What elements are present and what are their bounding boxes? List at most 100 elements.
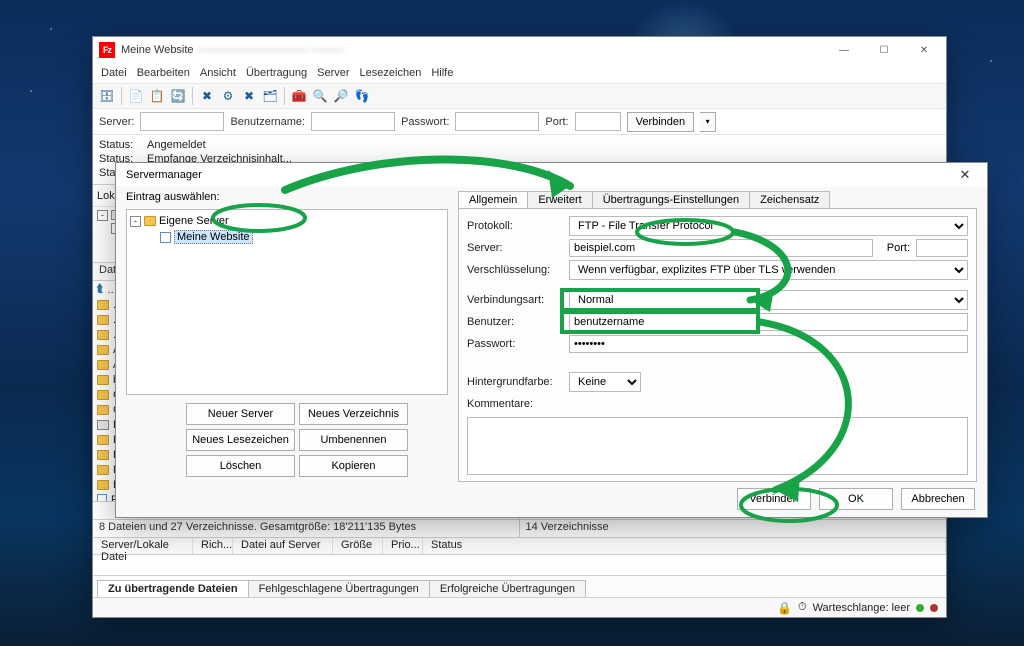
close-button[interactable]: ✕ — [904, 37, 944, 63]
tb-cancel-icon[interactable]: ✖ — [239, 86, 259, 106]
qc-port-label: Port: — [545, 116, 568, 128]
qc-pass-input[interactable] — [455, 112, 539, 131]
desktop-icon — [97, 420, 109, 430]
dialog-titlebar: Servermanager ✕ — [116, 163, 987, 187]
menu-server[interactable]: Server — [317, 67, 349, 79]
port-label: Port: — [887, 242, 910, 254]
site-tree[interactable]: - Eigene Server Meine Website — [126, 209, 448, 395]
bgcolor-select[interactable]: Keine — [569, 372, 641, 392]
rename-button[interactable]: Umbenennen — [299, 429, 408, 451]
new-bookmark-button[interactable]: Neues Lesezeichen — [186, 429, 295, 451]
menubar: Datei Bearbeiten Ansicht Übertragung Ser… — [93, 63, 946, 83]
statusbar: 🔒 ⏱ Warteschlange: leer — [93, 597, 946, 617]
site-folder[interactable]: Eigene Server — [159, 215, 229, 227]
tab-general[interactable]: Allgemein — [458, 191, 528, 208]
qc-server-label: Server: — [99, 116, 134, 128]
remote-status-strip: 14 Verzeichnisse — [520, 519, 947, 537]
up-icon[interactable]: ⮬ — [97, 283, 104, 296]
menu-hilfe[interactable]: Hilfe — [431, 67, 453, 79]
user-label: Benutzer: — [467, 316, 563, 328]
server-label: Server: — [467, 242, 563, 254]
qh-remote[interactable]: Datei auf Server — [233, 538, 333, 554]
menu-lesezeichen[interactable]: Lesezeichen — [360, 67, 422, 79]
list-item[interactable]: .. — [108, 284, 114, 296]
status-label: Status: — [99, 138, 137, 152]
encryption-select[interactable]: Wenn verfügbar, explizites FTP über TLS … — [569, 260, 968, 280]
tab-success[interactable]: Erfolgreiche Übertragungen — [429, 580, 586, 597]
qc-connect-dropdown[interactable]: ▾ — [700, 112, 716, 132]
window-title: Meine Website — [121, 44, 194, 56]
tb-disconnect-icon[interactable]: 🗂 — [260, 86, 280, 106]
folder-icon — [97, 300, 109, 310]
qc-port-input[interactable] — [575, 112, 621, 131]
tb-toggle-log-icon[interactable]: 📄 — [126, 86, 146, 106]
folder-icon — [97, 345, 109, 355]
menu-ansicht[interactable]: Ansicht — [200, 67, 236, 79]
folder-icon — [97, 360, 109, 370]
encryption-label: Verschlüsselung: — [467, 264, 563, 276]
port-input[interactable] — [916, 239, 968, 257]
tab-charset[interactable]: Zeichensatz — [749, 191, 830, 208]
tab-failed[interactable]: Fehlgeschlagene Übertragungen — [248, 580, 430, 597]
tb-filter-icon[interactable]: 🧰 — [289, 86, 309, 106]
tree-expander-icon[interactable]: - — [130, 216, 141, 227]
qc-connect-button[interactable]: Verbinden — [627, 112, 695, 132]
dialog-ok-button[interactable]: OK — [819, 488, 893, 510]
folder-icon — [97, 450, 109, 460]
dialog-connect-button[interactable]: Verbinden — [737, 488, 811, 510]
filezilla-logo-icon — [99, 42, 115, 58]
bgcolor-label: Hintergrundfarbe: — [467, 376, 563, 388]
protocol-select[interactable]: FTP - File Transfer Protocol — [569, 216, 968, 236]
qh-server[interactable]: Server/Lokale Datei — [93, 538, 193, 554]
tb-toggle-tree-icon[interactable]: 📋 — [147, 86, 167, 106]
file-icon — [97, 494, 107, 502]
qh-prio[interactable]: Prio... — [383, 538, 423, 554]
qh-status[interactable]: Status — [423, 538, 946, 554]
folder-icon — [97, 315, 109, 325]
new-server-button[interactable]: Neuer Server — [186, 403, 295, 425]
maximize-button[interactable]: ☐ — [864, 37, 904, 63]
new-folder-button[interactable]: Neues Verzeichnis — [299, 403, 408, 425]
tab-queued[interactable]: Zu übertragende Dateien — [97, 580, 249, 597]
tab-advanced[interactable]: Erweitert — [527, 191, 592, 208]
dialog-close-button[interactable]: ✕ — [947, 163, 983, 187]
tb-sitemanager-icon[interactable]: 🗄 — [97, 86, 117, 106]
tb-search-icon[interactable]: 🔍 — [310, 86, 330, 106]
lock-icon: 🔒 — [777, 601, 792, 615]
user-input[interactable] — [569, 313, 968, 331]
protocol-label: Protokoll: — [467, 220, 563, 232]
delete-button[interactable]: Löschen — [186, 455, 295, 477]
titlebar: Meine Website —————————— ——— — ☐ ✕ — [93, 37, 946, 63]
tree-expander-icon[interactable]: - — [97, 210, 108, 221]
dialog-button-grid: Neuer Server Neues Verzeichnis Neues Les… — [126, 403, 448, 477]
qc-server-input[interactable] — [140, 112, 224, 131]
tb-refresh-icon[interactable]: ✖ — [197, 86, 217, 106]
minimize-button[interactable]: — — [824, 37, 864, 63]
folder-icon — [97, 465, 109, 475]
folder-icon — [97, 435, 109, 445]
tb-toggle-queue-icon[interactable]: 🔄 — [168, 86, 188, 106]
qh-size[interactable]: Größe — [333, 538, 383, 554]
tb-process-icon[interactable]: ⚙ — [218, 86, 238, 106]
server-input[interactable] — [569, 239, 873, 257]
menu-datei[interactable]: Datei — [101, 67, 127, 79]
folder-icon — [97, 390, 109, 400]
qc-pass-label: Passwort: — [401, 116, 449, 128]
tab-transfer[interactable]: Übertragungs-Einstellungen — [592, 191, 750, 208]
copy-button[interactable]: Kopieren — [299, 455, 408, 477]
menu-bearbeiten[interactable]: Bearbeiten — [137, 67, 190, 79]
conntype-select[interactable]: Normal — [569, 290, 968, 310]
queue-empty — [93, 555, 946, 575]
qc-user-input[interactable] — [311, 112, 395, 131]
site-entry[interactable]: Meine Website — [174, 230, 253, 244]
password-input[interactable] — [569, 335, 968, 353]
menu-uebertragung[interactable]: Übertragung — [246, 67, 307, 79]
tb-compare-icon[interactable]: 🔎 — [331, 86, 351, 106]
local-status-strip: 8 Dateien und 27 Verzeichnisse. Gesamtgr… — [93, 519, 519, 537]
qh-direction[interactable]: Rich... — [193, 538, 233, 554]
dialog-cancel-button[interactable]: Abbrechen — [901, 488, 975, 510]
comments-textarea[interactable] — [467, 417, 968, 475]
tb-sync-icon[interactable]: 👣 — [352, 86, 372, 106]
dialog-form: Protokoll: FTP - File Transfer Protocol … — [458, 208, 977, 482]
server-icon — [160, 232, 171, 243]
